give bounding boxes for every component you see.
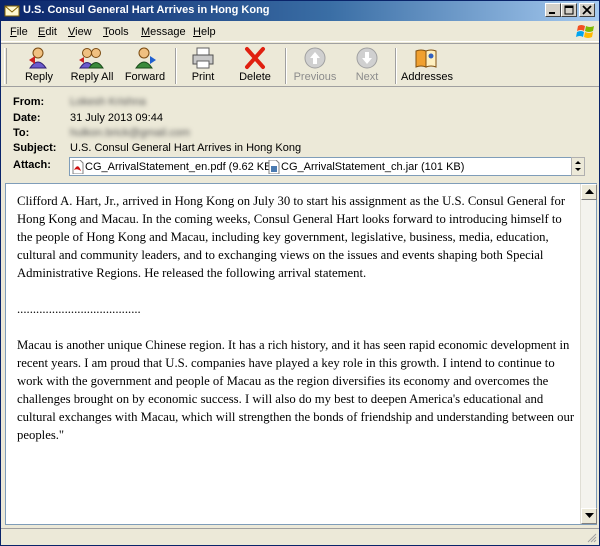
menu-view[interactable]: View <box>68 26 92 38</box>
status-bar <box>1 528 599 545</box>
minimize-icon <box>549 12 555 14</box>
arrow-up-icon <box>304 47 326 69</box>
toolbar-separator <box>175 48 177 84</box>
menu-message[interactable]: Message <box>141 26 186 38</box>
to-label: To: <box>13 127 30 139</box>
scroll-down-icon <box>585 513 594 518</box>
close-icon <box>582 5 592 15</box>
resize-grip-icon[interactable] <box>585 531 597 543</box>
toolbar-separator <box>395 48 397 84</box>
maximize-button[interactable] <box>561 3 577 17</box>
addresses-button[interactable]: Addresses <box>401 46 453 86</box>
attachments-scrollbar[interactable] <box>571 157 585 176</box>
from-value[interactable]: Lokesh Krishna <box>70 96 146 108</box>
scroll-down-button[interactable] <box>581 508 597 524</box>
jar-file-icon <box>268 160 280 174</box>
pdf-file-icon <box>72 160 84 174</box>
window-title: U.S. Consul General Hart Arrives in Hong… <box>23 4 270 16</box>
attach-label: Attach: <box>13 159 51 171</box>
attachments-list: CG_ArrivalStatement_en.pdf (9.62 KB) CG_… <box>69 157 585 176</box>
message-paragraph: Macau is another unique Chinese region. … <box>17 338 575 442</box>
reply-button[interactable]: Reply <box>15 46 63 86</box>
menu-bar: File Edit View Tools Message Help <box>1 22 599 42</box>
message-text: Clifford A. Hart, Jr., arrived in Hong K… <box>17 192 575 462</box>
arrow-down-icon <box>356 47 378 69</box>
scroll-up-icon <box>575 161 581 164</box>
date-label: Date: <box>13 112 41 124</box>
previous-button[interactable]: Previous <box>291 46 339 86</box>
close-button[interactable] <box>579 3 595 17</box>
address-book-icon <box>415 49 437 68</box>
vertical-scrollbar[interactable] <box>580 184 597 524</box>
reply-all-button[interactable]: Reply All <box>67 46 117 86</box>
reply-icon <box>29 47 47 69</box>
toolbar-separator <box>285 48 287 84</box>
print-button[interactable]: Print <box>183 46 223 86</box>
minimize-button[interactable] <box>545 3 561 17</box>
maximize-icon <box>564 5 574 15</box>
menu-file[interactable]: File <box>10 26 28 38</box>
next-button[interactable]: Next <box>345 46 389 86</box>
menu-tools[interactable]: Tools <box>103 26 129 38</box>
toolbar-grip[interactable] <box>4 48 7 84</box>
subject-value: U.S. Consul General Hart Arrives in Hong… <box>70 142 302 154</box>
forward-icon <box>135 47 156 69</box>
message-separator: ....................................... <box>17 302 141 316</box>
printer-icon <box>192 47 214 69</box>
subject-label: Subject: <box>13 142 57 154</box>
scroll-up-button[interactable] <box>581 184 597 200</box>
menu-edit[interactable]: Edit <box>38 26 57 38</box>
windows-logo-icon <box>576 25 594 38</box>
menu-help[interactable]: Help <box>193 26 216 38</box>
envelope-icon <box>4 5 20 17</box>
forward-button[interactable]: Forward <box>121 46 169 86</box>
title-bar[interactable]: U.S. Consul General Hart Arrives in Hong… <box>1 1 599 21</box>
message-body[interactable]: Clifford A. Hart, Jr., arrived in Hong K… <box>5 183 597 525</box>
email-window: U.S. Consul General Hart Arrives in Hong… <box>0 0 600 546</box>
to-value[interactable]: hulkon.brick@gmail.com <box>70 127 190 139</box>
scroll-down-icon <box>575 168 581 171</box>
reply-all-icon <box>79 48 104 69</box>
scroll-up-icon <box>585 189 594 194</box>
delete-x-icon <box>245 47 265 69</box>
from-label: From: <box>13 96 45 108</box>
date-value: 31 July 2013 09:44 <box>70 112 163 124</box>
message-paragraph: Clifford A. Hart, Jr., arrived in Hong K… <box>17 194 566 280</box>
delete-button[interactable]: Delete <box>233 46 277 86</box>
toolbar: Reply Reply All Forward Print Delete Pre… <box>1 43 599 87</box>
